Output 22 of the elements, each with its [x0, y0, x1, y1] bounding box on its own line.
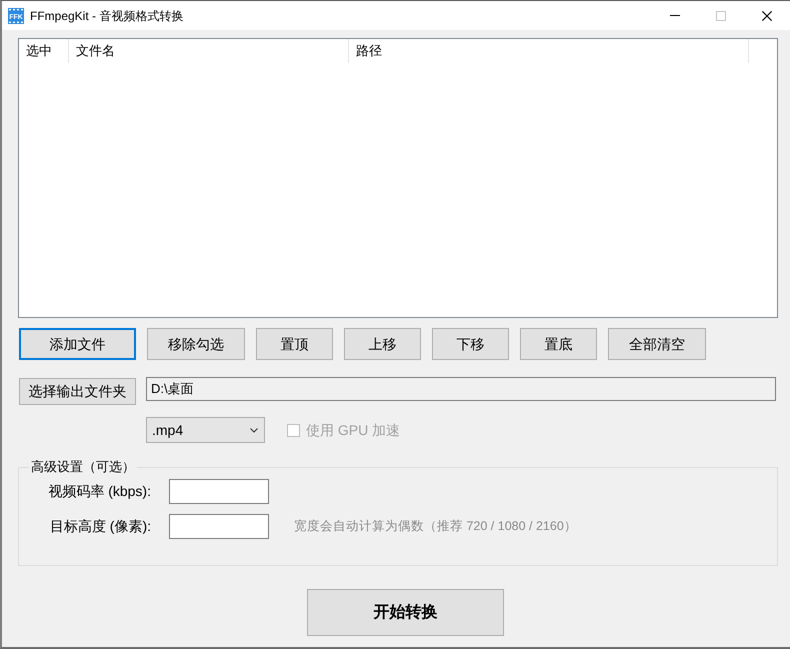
group-title: 高级设置（可选） [30, 459, 136, 475]
output-path-field[interactable]: D:\桌面 [146, 377, 776, 401]
file-list[interactable]: 选中 文件名 路径 [18, 38, 778, 318]
start-button[interactable]: 开始转换 [307, 589, 504, 636]
close-icon [762, 10, 772, 20]
bitrate-field[interactable] [169, 479, 269, 504]
height-field[interactable] [169, 514, 269, 539]
minimize-icon [670, 15, 680, 16]
move-down-button[interactable]: 下移 [432, 328, 509, 360]
move-to-bottom-button[interactable]: 置底 [520, 328, 597, 360]
move-up-button[interactable]: 上移 [344, 328, 421, 360]
hint-text: 宽度会自动计算为偶数（推荐 720 / 1080 / 2160） [294, 518, 577, 536]
caret-icon [250, 428, 258, 432]
choose-folder-button[interactable]: 选择输出文件夹 [19, 378, 136, 405]
add-files-button[interactable]: 添加文件 [19, 328, 136, 360]
format-dropdown[interactable]: .mp4 [146, 417, 265, 443]
field-label: 视频码率 (kbps): [47, 482, 151, 501]
move-to-top-button[interactable]: 置顶 [256, 328, 333, 360]
field-label: 目标高度 (像素): [48, 517, 151, 536]
window-title: FFmpegKit - 音视频格式转换 [30, 8, 184, 24]
remove-checked-button[interactable]: 移除勾选 [147, 328, 245, 360]
clear-all-button[interactable]: 全部清空 [608, 328, 706, 360]
